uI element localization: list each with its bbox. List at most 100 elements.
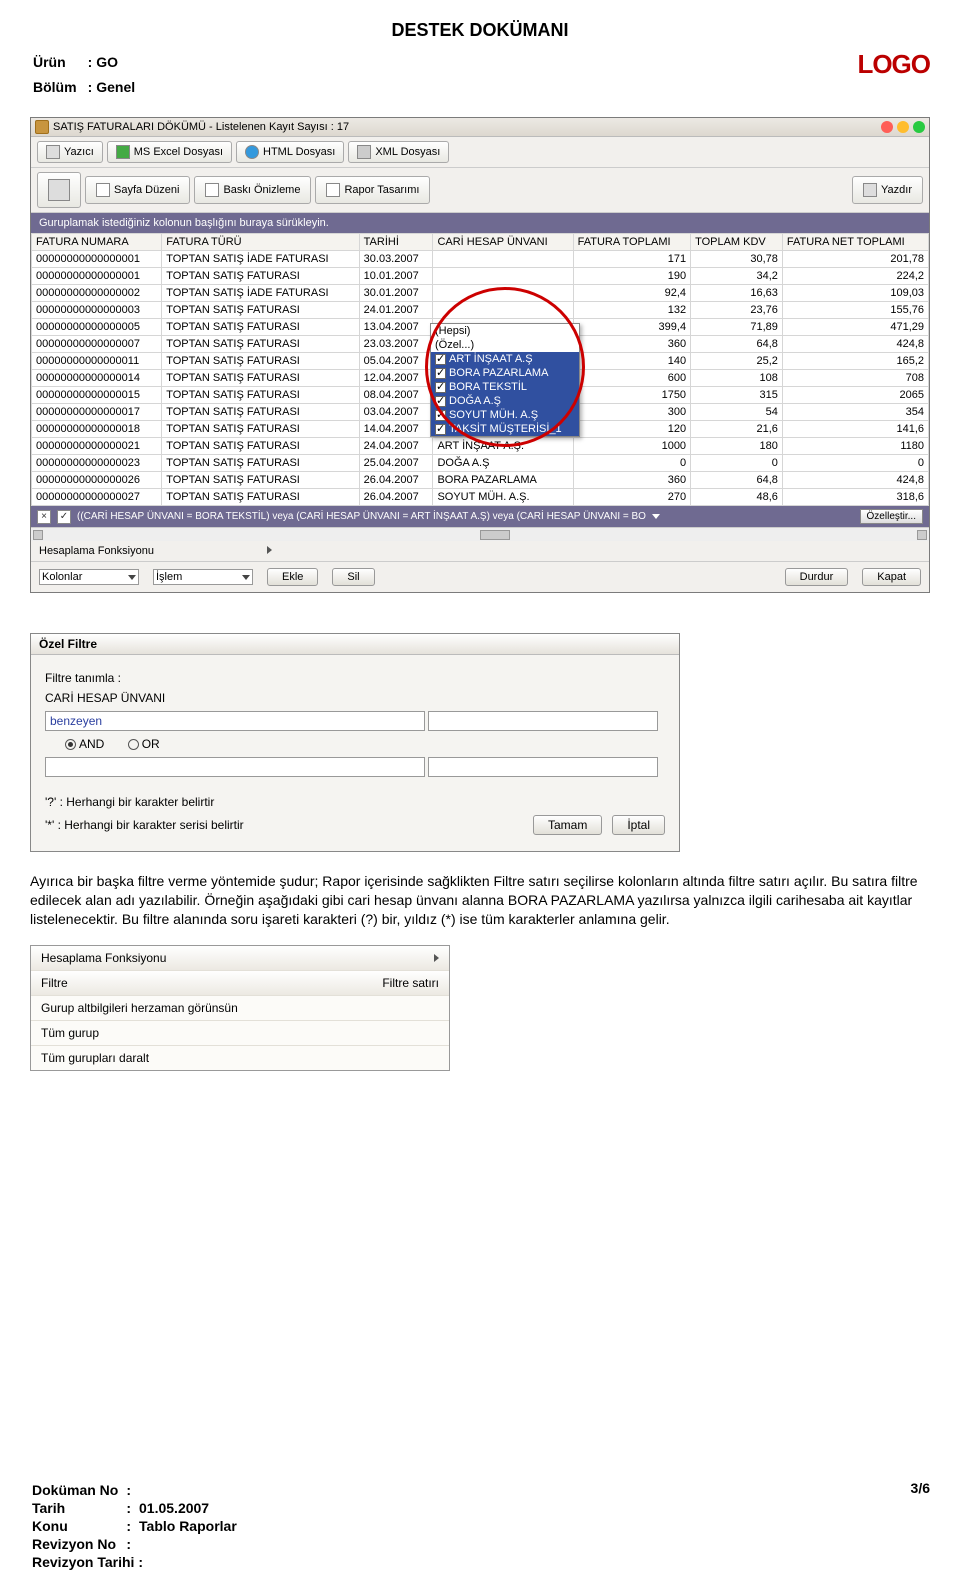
table-cell: 30,78 [691,251,783,268]
filter-option-all[interactable]: (Hepsi) [431,324,579,338]
column-header[interactable]: TARİHİ [359,234,433,251]
xml-button[interactable]: XML Dosyası [348,141,449,163]
custom-filter-dialog: Özel Filtre Filtre tanımla : CARİ HESAP … [30,633,680,852]
columns-select[interactable]: Kolonlar [39,569,139,585]
preview-button[interactable]: Baskı Önizleme [194,176,311,204]
delete-button[interactable]: Sil [332,568,374,586]
horizontal-scrollbar[interactable] [31,527,929,541]
printer-label: Yazıcı [64,146,94,158]
chevron-right-icon[interactable] [267,546,272,554]
table-cell: 0 [573,455,690,472]
table-cell: 00000000000000002 [32,285,162,302]
radio-off-icon [128,739,139,750]
ctx-group-footer[interactable]: Gurup altbilgileri herzaman görünsün [31,996,449,1021]
bolum-value: Genel [95,76,136,99]
app-screenshot-1: SATIŞ FATURALARI DÖKÜMÜ - Listelenen Kay… [30,117,930,593]
radio-on-icon [65,739,76,750]
table-cell: 25.04.2007 [359,455,433,472]
table-cell: 0 [691,455,783,472]
scroll-left-icon[interactable] [33,530,43,540]
close-button[interactable]: Kapat [862,568,921,586]
table-cell: 24.01.2007 [359,302,433,319]
minimize-icon[interactable] [897,121,909,133]
table-cell: 360 [573,336,690,353]
ctx-collapse-all[interactable]: Tüm gurupları daralt [31,1046,449,1070]
close-icon[interactable] [881,121,893,133]
ok-button[interactable]: Tamam [533,815,602,835]
column-header[interactable]: FATURA NUMARA [32,234,162,251]
excel-button[interactable]: MS Excel Dosyası [107,141,232,163]
big-printer-button[interactable] [37,172,81,208]
filter-option-label: SOYUT MÜH. A.Ş [449,409,538,421]
column-header[interactable]: FATURA TOPLAMI [573,234,690,251]
filter-enabled-checkbox[interactable]: ✓ [57,510,71,524]
column-header[interactable]: FATURA TÜRÜ [162,234,359,251]
ctx-expand-all[interactable]: Tüm gurup [31,1021,449,1046]
chevron-down-icon[interactable] [652,514,660,519]
table-row[interactable]: 00000000000000027TOPTAN SATIŞ FATURASI26… [32,489,929,506]
design-button[interactable]: Rapor Tasarımı [315,176,430,204]
table-cell: 26.04.2007 [359,489,433,506]
table-cell: 92,4 [573,285,690,302]
table-cell: 08.04.2007 [359,387,433,404]
filter-option[interactable]: DOĞA A.Ş [431,394,579,408]
column-header[interactable]: CARİ HESAP ÜNVANI [433,234,573,251]
calc-toolbar: Kolonlar İşlem Ekle Sil Durdur Kapat [31,561,929,592]
table-cell: TOPTAN SATIŞ FATURASI [162,370,359,387]
preview-label: Baskı Önizleme [223,184,300,196]
table-row[interactable]: 00000000000000002TOPTAN SATIŞ İADE FATUR… [32,285,929,302]
html-button[interactable]: HTML Dosyası [236,141,344,163]
scroll-right-icon[interactable] [917,530,927,540]
scroll-thumb[interactable] [480,530,510,540]
table-row[interactable]: 00000000000000026TOPTAN SATIŞ FATURASI26… [32,472,929,489]
table-row[interactable]: 00000000000000021TOPTAN SATIŞ FATURASI24… [32,438,929,455]
checkbox-icon [435,424,446,435]
document-header: Ürün : GO Bölüm : Genel LOGO [30,49,930,101]
table-row[interactable]: 00000000000000001TOPTAN SATIŞ İADE FATUR… [32,251,929,268]
ctx-filter[interactable]: Filtre Filtre satırı [31,971,449,996]
ctx-calc[interactable]: Hesaplama Fonksiyonu [31,946,449,971]
table-row[interactable]: 00000000000000003TOPTAN SATIŞ FATURASI24… [32,302,929,319]
filter-option[interactable]: ART İNŞAAT A.Ş [431,352,579,366]
group-hint-bar[interactable]: Guruplamak istediğiniz kolonun başlığını… [31,213,929,233]
filter-option-custom[interactable]: (Özel...) [431,338,579,352]
or-radio[interactable]: OR [128,737,160,751]
operation-select[interactable]: İşlem [153,569,253,585]
filter-option[interactable]: BORA TEKSTİL [431,380,579,394]
value-input[interactable] [428,711,658,731]
operator-select[interactable]: benzeyen [45,711,425,731]
maximize-icon[interactable] [913,121,925,133]
chevron-right-icon [434,954,439,962]
print-button[interactable]: Yazdır [852,176,923,204]
customize-filter-button[interactable]: Özelleştir... [860,509,923,524]
page-setup-button[interactable]: Sayfa Düzeni [85,176,190,204]
table-cell: 1000 [573,438,690,455]
add-button[interactable]: Ekle [267,568,318,586]
and-radio[interactable]: AND [65,737,104,751]
printer-button[interactable]: Yazıcı [37,141,103,163]
value2-input[interactable] [428,757,658,777]
filter-option[interactable]: BORA PAZARLAMA [431,366,579,380]
table-row[interactable]: 00000000000000023TOPTAN SATIŞ FATURASI25… [32,455,929,472]
column-header[interactable]: FATURA NET TOPLAMI [782,234,928,251]
calc-header-text: Hesaplama Fonksiyonu [39,545,154,557]
field-name: CARİ HESAP ÜNVANI [45,691,665,705]
table-cell: 141,6 [782,421,928,438]
table-cell: 315 [691,387,783,404]
filter-option[interactable]: TAKSİT MÜŞTERİSİ_1 [431,422,579,436]
table-row[interactable]: 00000000000000001TOPTAN SATIŞ FATURASI10… [32,268,929,285]
table-cell: 270 [573,489,690,506]
operator2-select[interactable] [45,757,425,777]
table-cell: 2065 [782,387,928,404]
table-cell: TOPTAN SATIŞ FATURASI [162,455,359,472]
stop-button[interactable]: Durdur [785,568,849,586]
table-cell: TOPTAN SATIŞ FATURASI [162,421,359,438]
table-cell: 471,29 [782,319,928,336]
context-menu: Hesaplama Fonksiyonu Filtre Filtre satır… [30,945,450,1071]
cancel-button[interactable]: İptal [612,815,665,835]
table-cell: 318,6 [782,489,928,506]
clear-filter-button[interactable]: × [37,510,51,524]
filter-option[interactable]: SOYUT MÜH. A.Ş [431,408,579,422]
table-cell: 140 [573,353,690,370]
column-header[interactable]: TOPLAM KDV [691,234,783,251]
